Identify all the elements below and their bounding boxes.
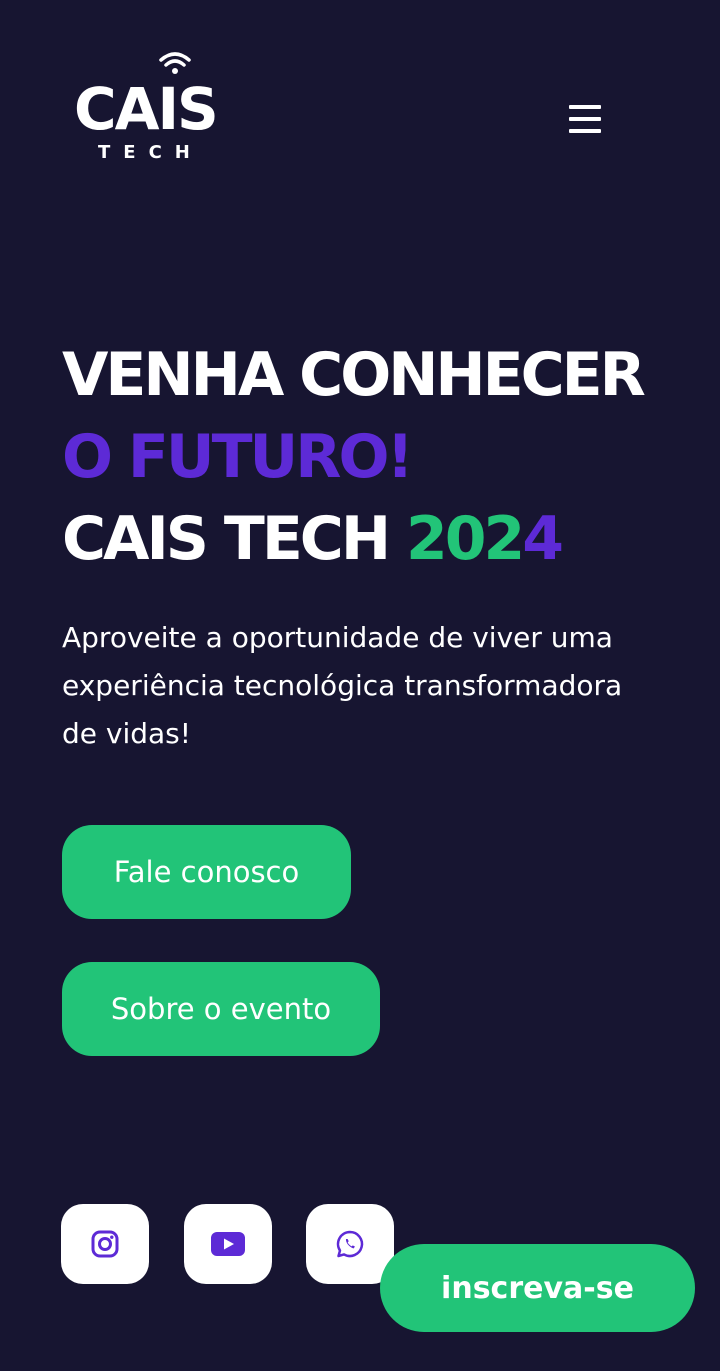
instagram-button[interactable] [61, 1204, 149, 1284]
menu-button[interactable] [564, 100, 606, 138]
hero-title-line-2: O FUTURO! [62, 422, 414, 492]
whatsapp-button[interactable] [306, 1204, 394, 1284]
wifi-icon [159, 52, 191, 74]
about-event-button[interactable]: Sobre o evento [62, 962, 380, 1056]
instagram-icon [91, 1230, 119, 1258]
hamburger-menu-icon [569, 105, 601, 109]
event-name: CAIS TECH [62, 504, 406, 574]
subscribe-button[interactable]: inscreva-se [380, 1244, 695, 1332]
youtube-button[interactable] [184, 1204, 272, 1284]
youtube-icon [211, 1232, 245, 1256]
hero-description: Aproveite a oportunidade de viver uma ex… [62, 621, 623, 750]
hero-title: VENHA CONHECER O FUTURO! CAIS TECH 2024 [62, 334, 646, 580]
event-year-digits: 202 [405, 504, 525, 574]
hero-title-line-3: CAIS TECH 2024 [62, 498, 643, 580]
logo-wordmark: CAIS [74, 75, 219, 143]
whatsapp-icon [336, 1230, 364, 1258]
logo-subtitle: TECH [98, 142, 203, 163]
contact-button[interactable]: Fale conosco [62, 825, 351, 919]
hero-title-line-1: VENHA CONHECER [62, 340, 646, 410]
event-year-last-digit: 4 [522, 504, 564, 574]
cais-tech-logo[interactable]: CAIS TECH [74, 50, 224, 168]
